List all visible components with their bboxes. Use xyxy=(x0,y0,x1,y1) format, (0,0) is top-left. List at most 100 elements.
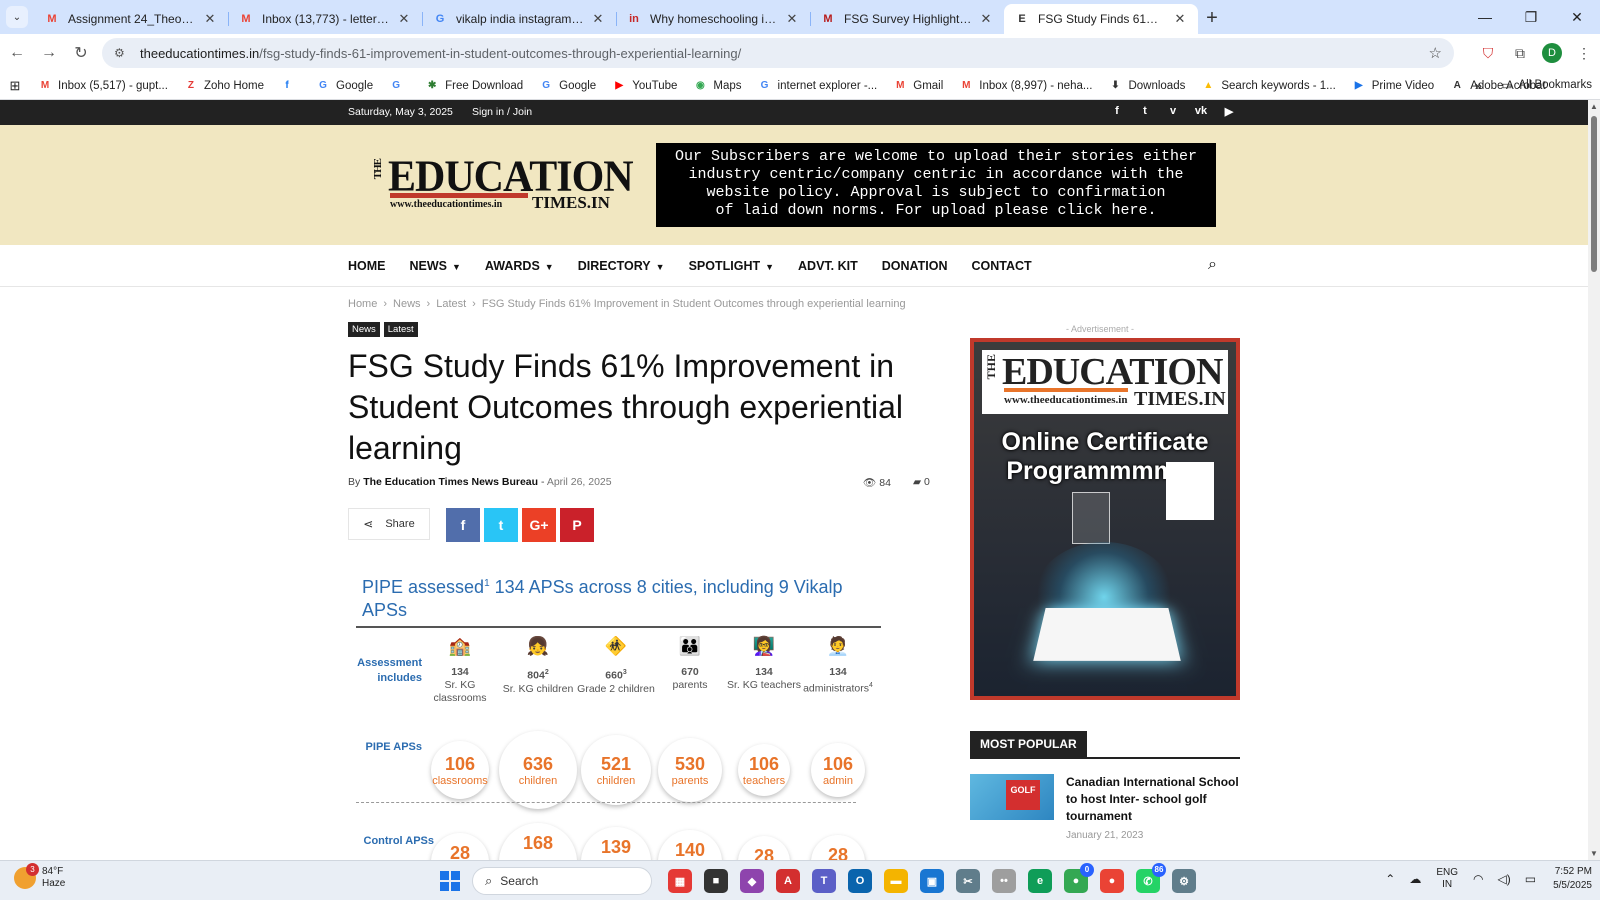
sidebar-ad[interactable]: THE EDUCATION www.theeducationtimes.in T… xyxy=(970,338,1240,700)
volume-icon[interactable]: ◁) xyxy=(1497,872,1510,886)
tab-close-icon[interactable]: ✕ xyxy=(590,11,606,27)
social-icon[interactable]: ▶ xyxy=(1220,105,1238,118)
author-link[interactable]: The Education Times News Bureau xyxy=(363,476,538,488)
browser-tab[interactable]: in Why homeschooling is becomin ✕ xyxy=(616,4,810,34)
chrome-profile-icon[interactable]: ● 0 xyxy=(1064,863,1094,893)
extension-shield-icon[interactable]: ⛉ xyxy=(1472,38,1504,68)
social-icon[interactable]: vk xyxy=(1192,105,1210,118)
tab-close-icon[interactable]: ✕ xyxy=(396,11,412,27)
bookmark-item[interactable]: ◉ Maps xyxy=(685,79,749,93)
tab-close-icon[interactable]: ✕ xyxy=(202,11,218,27)
facebook-share-button[interactable]: f xyxy=(446,508,480,542)
back-icon[interactable]: ← xyxy=(2,38,32,68)
bookmark-item[interactable]: ⬇ Downloads xyxy=(1100,79,1193,93)
nav-item-news[interactable]: NEWS ▼ xyxy=(410,259,461,273)
bookmark-item[interactable]: ▲ Search keywords - 1... xyxy=(1193,79,1343,93)
app-icon[interactable]: •• xyxy=(992,869,1016,893)
more-bookmarks-icon[interactable]: » xyxy=(1475,78,1482,93)
edge-icon[interactable]: e xyxy=(1028,869,1052,893)
weather-widget[interactable]: 3 84°F Haze xyxy=(14,863,65,890)
search-icon[interactable]: ⌕ xyxy=(1208,256,1217,274)
nav-item-donation[interactable]: DONATION xyxy=(882,259,948,273)
breadcrumb-item[interactable]: News xyxy=(393,298,421,310)
comments-count[interactable]: ▰ 0 xyxy=(913,476,930,489)
bookmark-star-icon[interactable]: ☆ xyxy=(1429,44,1442,62)
address-bar[interactable]: ⚙ theeducationtimes.in/fsg-study-finds-6… xyxy=(102,38,1454,68)
tab-close-icon[interactable]: ✕ xyxy=(784,11,800,27)
googleplus-share-button[interactable]: G+ xyxy=(522,508,556,542)
whatsapp-icon[interactable]: ✆ 86 xyxy=(1136,863,1166,893)
site-logo[interactable]: THE EDUCATION www.theeducationtimes.in T… xyxy=(372,153,634,215)
page-scrollbar[interactable]: ▲ ▼ xyxy=(1588,100,1600,860)
bookmark-item[interactable]: ▶ Prime Video xyxy=(1344,79,1442,93)
browser-tab[interactable]: E FSG Study Finds 61% Improvem ✕ xyxy=(1004,4,1198,34)
nav-item-awards[interactable]: AWARDS ▼ xyxy=(485,259,554,273)
bookmark-item[interactable]: M Inbox (5,517) - gupt... xyxy=(30,79,176,93)
social-icon[interactable]: f xyxy=(1108,105,1126,118)
settings-icon[interactable]: ⚙ xyxy=(1172,869,1196,893)
tab-search-button[interactable]: ⌄ xyxy=(6,6,28,28)
tab-close-icon[interactable]: ✕ xyxy=(1172,11,1188,27)
browser-tab[interactable]: M Assignment 24_Theory Vrs The ✕ xyxy=(34,4,228,34)
teams-icon[interactable]: T xyxy=(812,869,836,893)
social-icon[interactable]: v xyxy=(1164,105,1182,118)
category-tag[interactable]: News xyxy=(348,322,380,337)
nav-item-contact[interactable]: CONTACT xyxy=(972,259,1032,273)
twitter-share-button[interactable]: t xyxy=(484,508,518,542)
close-window-icon[interactable]: ✕ xyxy=(1554,0,1600,34)
profile-avatar[interactable]: D xyxy=(1542,43,1562,63)
bookmark-item[interactable]: G Google xyxy=(308,79,381,93)
popular-thumbnail[interactable]: GOLF xyxy=(970,774,1054,820)
reload-icon[interactable]: ↻ xyxy=(66,38,96,68)
menu-kebab-icon[interactable]: ⋮ xyxy=(1568,38,1600,68)
share-toggle[interactable]: ⋖ Share xyxy=(348,508,430,540)
pinterest-share-button[interactable]: P xyxy=(560,508,594,542)
store-icon[interactable]: ▣ xyxy=(920,869,944,893)
forward-icon[interactable]: → xyxy=(34,38,64,68)
apps-grid-icon[interactable]: ⊞ xyxy=(0,78,30,94)
nav-item-home[interactable]: HOME xyxy=(348,259,386,273)
file-explorer-icon[interactable]: ■ xyxy=(704,869,728,893)
social-icon[interactable]: t xyxy=(1136,105,1154,118)
nav-item-directory[interactable]: DIRECTORY ▼ xyxy=(578,259,665,273)
snipping-icon[interactable]: ✂ xyxy=(956,869,980,893)
breadcrumb-item[interactable]: Home xyxy=(348,298,377,310)
bookmark-item[interactable]: M Inbox (8,997) - neha... xyxy=(951,79,1100,93)
site-info-icon[interactable]: ⚙ xyxy=(114,46,130,60)
bookmark-item[interactable]: Z Zoho Home xyxy=(176,79,272,93)
folder-icon[interactable]: ▬ xyxy=(884,869,908,893)
bookmark-item[interactable]: f xyxy=(272,79,308,93)
bookmark-item[interactable]: G xyxy=(381,79,417,93)
copilot-icon[interactable]: ◆ xyxy=(740,869,764,893)
all-bookmarks-button[interactable]: ▭ All Bookmarks xyxy=(1502,78,1592,92)
popular-title[interactable]: Canadian International School to host In… xyxy=(1066,774,1242,825)
outlook-icon[interactable]: O xyxy=(848,869,872,893)
scroll-up-icon[interactable]: ▲ xyxy=(1590,102,1598,111)
battery-icon[interactable]: ▭ xyxy=(1525,872,1536,886)
start-button[interactable] xyxy=(440,871,460,891)
browser-tab[interactable]: Gvikalp india instagram - Google ✕ xyxy=(422,4,616,34)
bookmark-item[interactable]: G Google xyxy=(531,79,604,93)
acrobat-icon[interactable]: A xyxy=(776,869,800,893)
tab-close-icon[interactable]: ✕ xyxy=(978,11,994,27)
scroll-thumb[interactable] xyxy=(1591,116,1597,272)
wifi-icon[interactable]: ◠ xyxy=(1473,872,1483,886)
language-indicator[interactable]: ENG IN xyxy=(1436,867,1458,891)
bookmark-item[interactable]: ▶ YouTube xyxy=(604,79,685,93)
signin-link[interactable]: Sign in / Join xyxy=(472,106,532,118)
new-tab-button[interactable]: + xyxy=(1198,4,1226,32)
category-tag[interactable]: Latest xyxy=(383,322,418,337)
minimize-icon[interactable]: — xyxy=(1462,0,1508,34)
bookmark-item[interactable]: M Gmail xyxy=(885,79,951,93)
widgets-app-icon[interactable]: ▦ xyxy=(668,869,692,893)
clock[interactable]: 7:52 PM 5/5/2025 xyxy=(1553,865,1592,893)
scroll-down-icon[interactable]: ▼ xyxy=(1590,849,1598,858)
onedrive-icon[interactable]: ☁ xyxy=(1409,872,1421,886)
subscriber-banner[interactable]: Our Subscribers are welcome to upload th… xyxy=(656,143,1216,227)
bookmark-item[interactable]: ✱ Free Download xyxy=(417,79,531,93)
restore-icon[interactable]: ❐ xyxy=(1508,0,1554,34)
nav-item-advt-kit[interactable]: ADVT. KIT xyxy=(798,259,858,273)
chrome-icon[interactable]: ● xyxy=(1100,869,1124,893)
bookmark-item[interactable]: Ginternet explorer -... xyxy=(750,79,886,93)
breadcrumb-item[interactable]: Latest xyxy=(436,298,466,310)
